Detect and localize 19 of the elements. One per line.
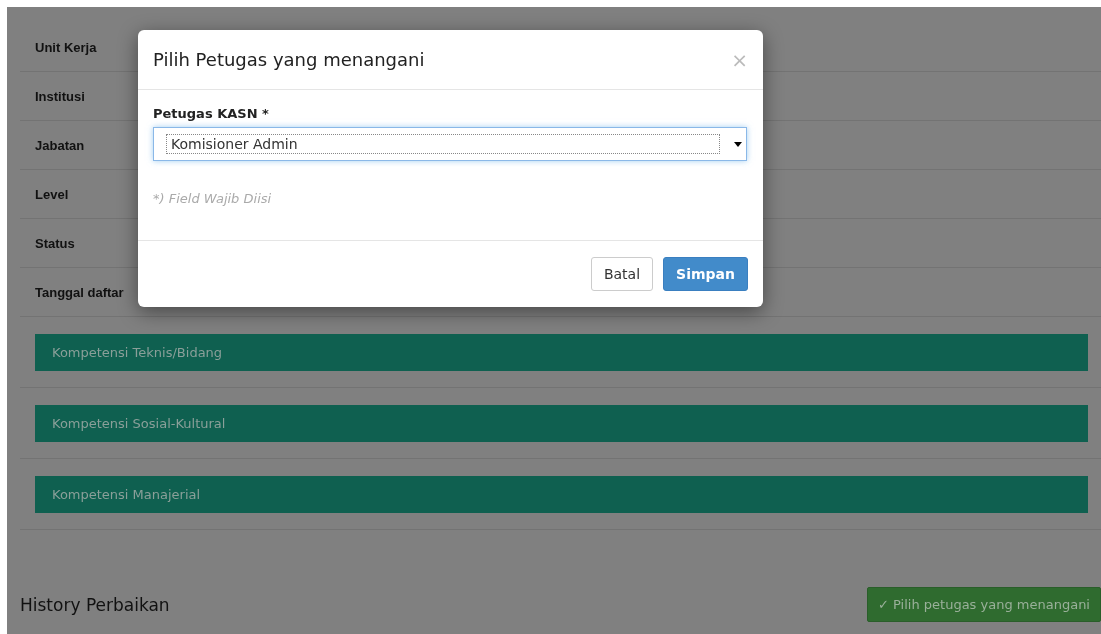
detail-label: Institusi — [35, 88, 85, 104]
modal-title: Pilih Petugas yang menangani — [153, 49, 425, 70]
section-title: History Perbaikan — [20, 594, 170, 615]
save-button[interactable]: Simpan — [663, 257, 748, 291]
field-label: Petugas KASN * — [153, 106, 270, 121]
caret-icon — [734, 141, 742, 147]
select-field[interactable]: Komisioner Admin — [153, 127, 747, 161]
detail-label: Unit Kerja — [35, 39, 97, 55]
detail-label: Level — [35, 186, 69, 202]
assign-button[interactable]: ✓ Pilih petugas yang menangani — [867, 587, 1101, 622]
detail-label: Tanggal daftar — [35, 284, 124, 300]
required-note: *) Field Wajib Diisi — [153, 191, 273, 206]
section-header[interactable]: Kompetensi Sosial-Kultural — [35, 404, 1088, 442]
close-button[interactable]: × — [731, 47, 748, 72]
section-header[interactable]: Kompetensi Manajerial — [35, 475, 1088, 513]
section-header[interactable]: Kompetensi Teknis/Bidang — [35, 333, 1088, 371]
detail-label: Jabatan — [35, 137, 85, 153]
detail-label: Status — [35, 235, 75, 251]
cancel-button[interactable]: Batal — [590, 257, 654, 291]
